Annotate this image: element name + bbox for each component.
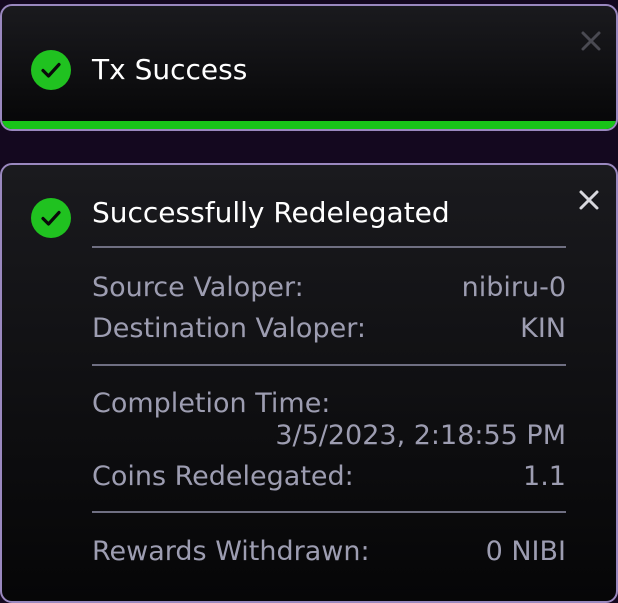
- close-icon[interactable]: [578, 28, 604, 54]
- destination-valoper-row: Destination Valoper: KIN: [92, 310, 566, 346]
- rewards-withdrawn-label: Rewards Withdrawn:: [92, 535, 370, 567]
- source-valoper-row: Source Valoper: nibiru-0: [92, 269, 566, 305]
- redelegate-success-toast: Successfully Redelegated Source Valoper:…: [0, 163, 618, 603]
- completion-time-value: 3/5/2023, 2:18:55 PM: [275, 419, 566, 451]
- destination-valoper-label: Destination Valoper:: [92, 312, 366, 344]
- rewards-withdrawn-value: 0 NIBI: [485, 535, 566, 567]
- coins-redelegated-row: Coins Redelegated: 1.1: [92, 458, 566, 494]
- check-circle-icon: [31, 198, 71, 238]
- coins-redelegated-value: 1.1: [523, 460, 566, 492]
- divider: [92, 364, 566, 366]
- destination-valoper-value: KIN: [520, 312, 566, 344]
- toast-title: Tx Success: [92, 53, 248, 86]
- source-valoper-label: Source Valoper:: [92, 271, 304, 303]
- toast-title: Successfully Redelegated: [92, 196, 450, 229]
- tx-success-toast: Tx Success: [0, 4, 618, 131]
- completion-time-label: Completion Time:: [92, 387, 331, 419]
- progress-bar: [2, 121, 616, 129]
- close-icon[interactable]: [576, 187, 602, 213]
- rewards-withdrawn-row: Rewards Withdrawn: 0 NIBI: [92, 533, 566, 569]
- source-valoper-value: nibiru-0: [461, 271, 566, 303]
- completion-time-value-row: 3/5/2023, 2:18:55 PM: [92, 417, 566, 453]
- divider: [92, 511, 566, 513]
- progress-fill: [2, 121, 616, 129]
- coins-redelegated-label: Coins Redelegated:: [92, 460, 354, 492]
- completion-time-label-row: Completion Time:: [92, 385, 566, 421]
- check-circle-icon: [31, 50, 71, 90]
- divider: [92, 246, 566, 248]
